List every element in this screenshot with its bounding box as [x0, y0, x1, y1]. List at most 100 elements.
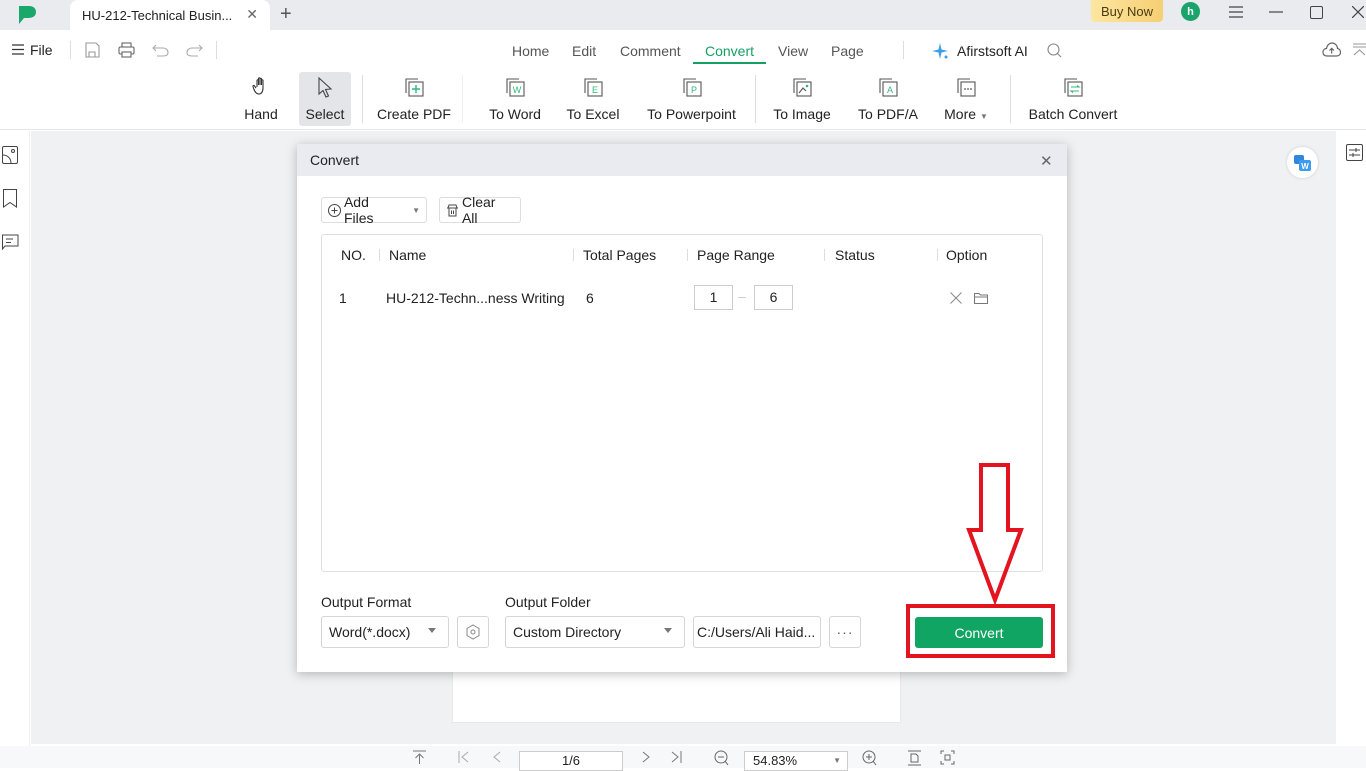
- open-folder-icon[interactable]: [974, 291, 988, 307]
- status-bar: [0, 746, 1366, 768]
- to-word-button[interactable]: W To Word: [484, 72, 546, 126]
- close-tab-icon[interactable]: ✕: [246, 6, 258, 23]
- bookmark-icon[interactable]: [3, 189, 17, 211]
- to-excel-label: To Excel: [566, 106, 620, 122]
- remove-file-icon[interactable]: [950, 291, 962, 307]
- print-icon[interactable]: [118, 42, 135, 61]
- hamburger-icon[interactable]: [12, 42, 24, 58]
- last-page-icon[interactable]: [670, 750, 682, 767]
- format-settings-button[interactable]: [457, 616, 489, 648]
- right-sidebar: [1336, 131, 1366, 746]
- new-tab-icon[interactable]: +: [280, 3, 292, 26]
- page-number-input[interactable]: 1/6: [519, 751, 623, 771]
- output-folder-select[interactable]: Custom Directory: [505, 616, 685, 648]
- fit-page-icon[interactable]: [907, 750, 922, 769]
- redo-icon[interactable]: [186, 43, 203, 60]
- output-path-field[interactable]: C:/Users/Ali Haid...: [693, 616, 821, 648]
- file-table: NO. Name Total Pages Page Range Status O…: [321, 234, 1043, 572]
- translate-button[interactable]: W: [1287, 147, 1318, 178]
- pdfa-icon: A: [879, 78, 898, 97]
- maximize-icon[interactable]: [1301, 0, 1331, 24]
- tab-title: HU-212-Technical Busin...: [82, 7, 233, 23]
- column-divider: [937, 249, 938, 261]
- zoom-level-value: 54.83%: [753, 753, 798, 768]
- undo-icon[interactable]: [152, 43, 169, 60]
- more-caret-icon: ▼: [979, 112, 988, 121]
- tab-view[interactable]: View: [778, 43, 808, 59]
- add-files-label: Add Files: [343, 194, 374, 226]
- column-divider: [379, 249, 380, 261]
- save-icon[interactable]: [84, 42, 100, 61]
- previous-page-icon[interactable]: [492, 750, 502, 767]
- to-image-button[interactable]: To Image: [770, 72, 834, 126]
- output-folder-caret-icon: [664, 628, 672, 633]
- divider: [462, 75, 463, 123]
- batch-convert-label: Batch Convert: [1028, 106, 1118, 122]
- title-bar: HU-212-Technical Busin... ✕ + Buy Now h: [0, 0, 1366, 30]
- to-excel-button[interactable]: E To Excel: [564, 72, 622, 126]
- dialog-close-icon[interactable]: ✕: [1040, 152, 1053, 170]
- zoom-level-select[interactable]: 54.83% ▼: [744, 751, 848, 771]
- next-page-icon[interactable]: [641, 750, 651, 767]
- to-powerpoint-button[interactable]: P To Powerpoint: [643, 72, 740, 126]
- settings-hex-icon: [466, 624, 480, 640]
- tab-comment[interactable]: Comment: [620, 43, 681, 59]
- translate-icon: W: [1294, 155, 1311, 171]
- tab-home[interactable]: Home: [512, 43, 549, 59]
- row-number: 1: [339, 290, 347, 306]
- search-icon[interactable]: [1047, 43, 1062, 61]
- zoom-in-icon[interactable]: [862, 750, 877, 769]
- zoom-out-icon[interactable]: [714, 750, 729, 769]
- tab-convert[interactable]: Convert: [705, 43, 754, 59]
- scroll-to-top-icon[interactable]: [413, 750, 426, 767]
- menu-icon[interactable]: [1221, 0, 1251, 24]
- divider: [1010, 75, 1011, 123]
- to-pdfa-button[interactable]: A To PDF/A: [855, 72, 921, 126]
- divider: [755, 75, 756, 123]
- create-pdf-button[interactable]: Create PDF: [377, 72, 451, 126]
- collapse-ribbon-icon[interactable]: [1353, 43, 1366, 59]
- tab-edit[interactable]: Edit: [572, 43, 596, 59]
- more-label: More: [944, 106, 977, 122]
- afirstsoft-ai-button[interactable]: Afirstsoft AI: [957, 43, 1028, 59]
- svg-text:W: W: [513, 85, 522, 95]
- select-tool-button[interactable]: Select: [299, 72, 351, 126]
- to-word-label: To Word: [489, 106, 541, 122]
- add-circle-icon: [328, 203, 341, 217]
- hand-icon: [252, 77, 264, 95]
- more-button[interactable]: More ▼: [940, 72, 992, 126]
- excel-icon: E: [584, 78, 603, 97]
- browse-folder-button[interactable]: ···: [829, 616, 861, 648]
- document-tab[interactable]: HU-212-Technical Busin... ✕: [70, 0, 270, 30]
- output-format-select[interactable]: Word(*.docx): [321, 616, 449, 648]
- fullscreen-icon[interactable]: [940, 750, 955, 768]
- convert-dialog: Convert ✕ Add Files ▼ Clear All NO. Name…: [297, 144, 1067, 672]
- thumbnails-icon[interactable]: [2, 146, 18, 167]
- close-window-icon[interactable]: [1343, 0, 1366, 24]
- clear-all-button[interactable]: Clear All: [439, 194, 521, 226]
- convert-button[interactable]: Convert: [915, 617, 1043, 648]
- output-format-caret-icon: [428, 628, 436, 633]
- comments-icon[interactable]: [1, 234, 19, 253]
- column-header-name: Name: [389, 247, 427, 263]
- image-icon: [793, 78, 812, 97]
- properties-panel-icon[interactable]: [1346, 144, 1363, 164]
- left-sidebar: [0, 131, 30, 746]
- file-menu[interactable]: File: [30, 42, 53, 58]
- first-page-icon[interactable]: [458, 750, 470, 767]
- batch-convert-icon: [1064, 78, 1083, 97]
- buy-now-button[interactable]: Buy Now: [1091, 0, 1163, 22]
- add-files-button[interactable]: Add Files ▼: [321, 194, 427, 226]
- column-header-total-pages: Total Pages: [583, 247, 657, 263]
- minimize-icon[interactable]: [1261, 0, 1291, 24]
- hand-tool-button[interactable]: Hand: [240, 72, 282, 126]
- page-range-from-input[interactable]: 1: [694, 285, 733, 310]
- hand-tool-label: Hand: [244, 106, 278, 122]
- tab-page[interactable]: Page: [831, 43, 864, 59]
- batch-convert-button[interactable]: Batch Convert: [1027, 72, 1119, 126]
- cloud-upload-icon[interactable]: [1322, 42, 1342, 60]
- page-range-to-input[interactable]: 6: [754, 285, 793, 310]
- avatar[interactable]: h: [1181, 2, 1200, 21]
- output-folder-value: Custom Directory: [513, 624, 622, 640]
- column-header-page-range: Page Range: [697, 247, 775, 263]
